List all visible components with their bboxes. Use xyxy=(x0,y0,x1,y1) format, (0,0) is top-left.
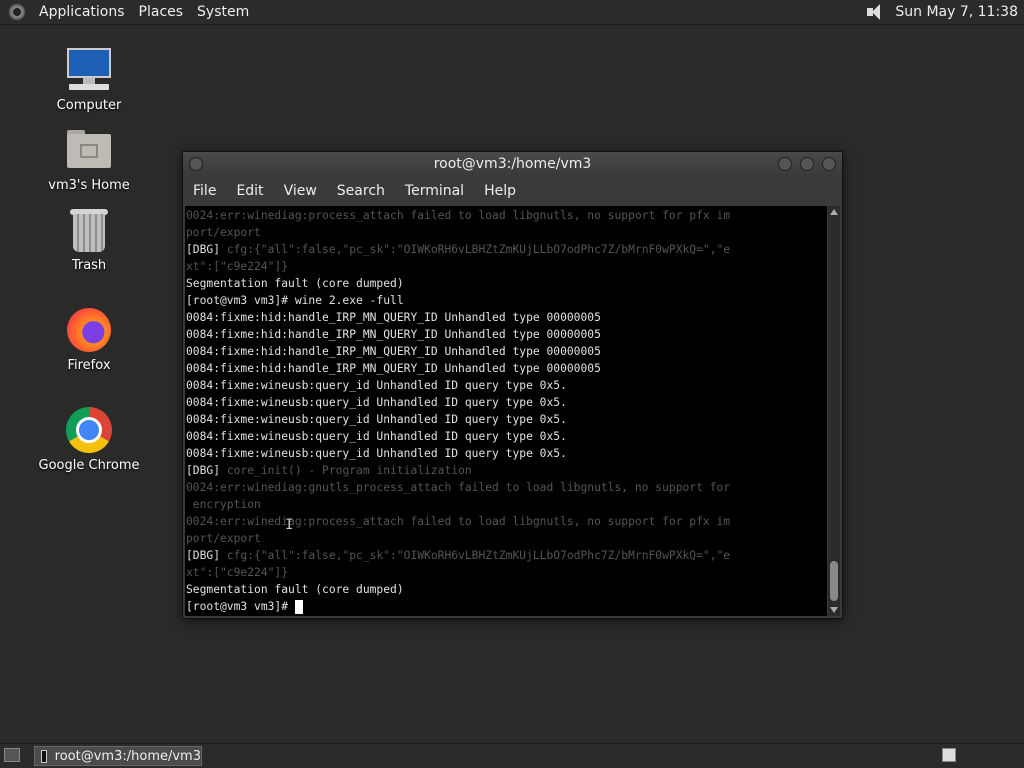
terminal-line: [root@vm3 vm3]# wine 2.exe -full xyxy=(186,294,404,307)
desktop-icon-computer[interactable]: Computer xyxy=(34,46,144,113)
terminal-line: 0084:fixme:wineusb:query_id Unhandled ID… xyxy=(186,430,567,443)
home-folder-icon xyxy=(65,126,113,174)
terminal-line: xt":["c9e224"]} xyxy=(186,566,289,579)
terminal-text: 0024:err:winediag:process_attach failed … xyxy=(185,206,827,615)
desktop-icon-home[interactable]: vm3's Home xyxy=(34,126,144,193)
taskbar-item-terminal[interactable]: root@vm3:/home/vm3 xyxy=(34,746,202,766)
menu-system[interactable]: System xyxy=(190,4,256,20)
terminal-line: 0084:fixme:wineusb:query_id Unhandled ID… xyxy=(186,413,567,426)
terminal-line: 0084:fixme:hid:handle_IRP_MN_QUERY_ID Un… xyxy=(186,311,601,324)
terminal-titlebar[interactable]: root@vm3:/home/vm3 xyxy=(183,152,842,178)
computer-icon xyxy=(65,46,113,94)
desktop-icon-chrome[interactable]: Google Chrome xyxy=(34,406,144,473)
shell-prompt: [root@vm3 vm3]# xyxy=(186,600,295,613)
workspace-switcher[interactable] xyxy=(942,748,956,762)
chrome-icon xyxy=(65,406,113,454)
menu-help[interactable]: Help xyxy=(474,183,526,199)
taskbar-item-label: root@vm3:/home/vm3 xyxy=(54,748,201,764)
terminal-line: port/export xyxy=(186,226,261,239)
menu-view[interactable]: View xyxy=(274,183,327,199)
desktop-icon-label: Google Chrome xyxy=(38,458,140,473)
desktop-icon-label: Trash xyxy=(71,258,107,273)
terminal-line: 0084:fixme:hid:handle_IRP_MN_QUERY_ID Un… xyxy=(186,362,601,375)
maximize-button[interactable] xyxy=(800,157,814,171)
trash-icon xyxy=(65,206,113,254)
menu-terminal[interactable]: Terminal xyxy=(395,183,474,199)
terminal-line: [DBG] cfg:{"all":false,"pc_sk":"OIWKoRH6… xyxy=(186,549,731,562)
terminal-line: encryption xyxy=(186,498,261,511)
bottom-panel: root@vm3:/home/vm3 xyxy=(0,743,1024,768)
menu-places[interactable]: Places xyxy=(132,4,191,20)
terminal-line: 0024:err:winediag:process_attach failed … xyxy=(186,209,731,222)
top-panel-tray: Sun May 7, 11:38 xyxy=(865,0,1018,24)
menu-file[interactable]: File xyxy=(183,183,226,199)
terminal-line: [DBG] cfg:{"all":false,"pc_sk":"OIWKoRH6… xyxy=(186,243,731,256)
window-title: root@vm3:/home/vm3 xyxy=(433,156,592,172)
terminal-line: 0084:fixme:hid:handle_IRP_MN_QUERY_ID Un… xyxy=(186,328,601,341)
terminal-line: xt":["c9e224"]} xyxy=(186,260,289,273)
top-panel: Applications Places System Sun May 7, 11… xyxy=(0,0,1024,25)
terminal-line: Segmentation fault (core dumped) xyxy=(186,277,404,290)
volume-icon[interactable] xyxy=(865,2,887,22)
desktop-icon-label: Firefox xyxy=(67,358,111,373)
terminal-line: 0024:err:winediag:process_attach failed … xyxy=(186,515,731,528)
scroll-down-arrow-icon[interactable] xyxy=(830,607,838,613)
terminal-line: 0024:err:winediag:gnutls_process_attach … xyxy=(186,481,731,494)
terminal-line: 0084:fixme:wineusb:query_id Unhandled ID… xyxy=(186,396,567,409)
scroll-up-arrow-icon[interactable] xyxy=(830,209,838,215)
terminal-line: [root@vm3 vm3]# xyxy=(186,598,827,615)
menu-search[interactable]: Search xyxy=(327,183,395,199)
scroll-thumb[interactable] xyxy=(830,561,838,601)
close-button[interactable] xyxy=(822,157,836,171)
desktop-icon-label: vm3's Home xyxy=(48,178,130,193)
terminal-line: [DBG] core_init() - Program initializati… xyxy=(186,464,472,477)
terminal-line: 0084:fixme:wineusb:query_id Unhandled ID… xyxy=(186,447,567,460)
minimize-button[interactable] xyxy=(778,157,792,171)
terminal-line: port/export xyxy=(186,532,261,545)
terminal-scrollbar[interactable] xyxy=(828,206,840,616)
menu-applications[interactable]: Applications xyxy=(32,4,132,20)
desktop-icon-trash[interactable]: Trash xyxy=(34,206,144,273)
terminal-icon xyxy=(41,749,47,763)
desktop-icon-firefox[interactable]: Firefox xyxy=(34,306,144,373)
terminal-window: root@vm3:/home/vm3 File Edit View Search… xyxy=(182,151,843,619)
desktop-icon-label: Computer xyxy=(56,98,122,113)
terminal-line: Segmentation fault (core dumped) xyxy=(186,583,404,596)
firefox-icon xyxy=(65,306,113,354)
menu-edit[interactable]: Edit xyxy=(226,183,273,199)
window-menu-button[interactable] xyxy=(189,157,203,171)
terminal-line: 0084:fixme:hid:handle_IRP_MN_QUERY_ID Un… xyxy=(186,345,601,358)
text-cursor-icon: I xyxy=(285,517,294,533)
terminal-output[interactable]: 0024:err:winediag:process_attach failed … xyxy=(185,206,827,616)
terminal-cursor xyxy=(294,600,303,614)
show-desktop-icon[interactable] xyxy=(4,748,20,762)
terminal-menubar: File Edit View Search Terminal Help xyxy=(183,178,842,204)
distro-logo-icon[interactable] xyxy=(8,3,26,21)
clock[interactable]: Sun May 7, 11:38 xyxy=(895,4,1018,20)
terminal-line: 0084:fixme:wineusb:query_id Unhandled ID… xyxy=(186,379,567,392)
